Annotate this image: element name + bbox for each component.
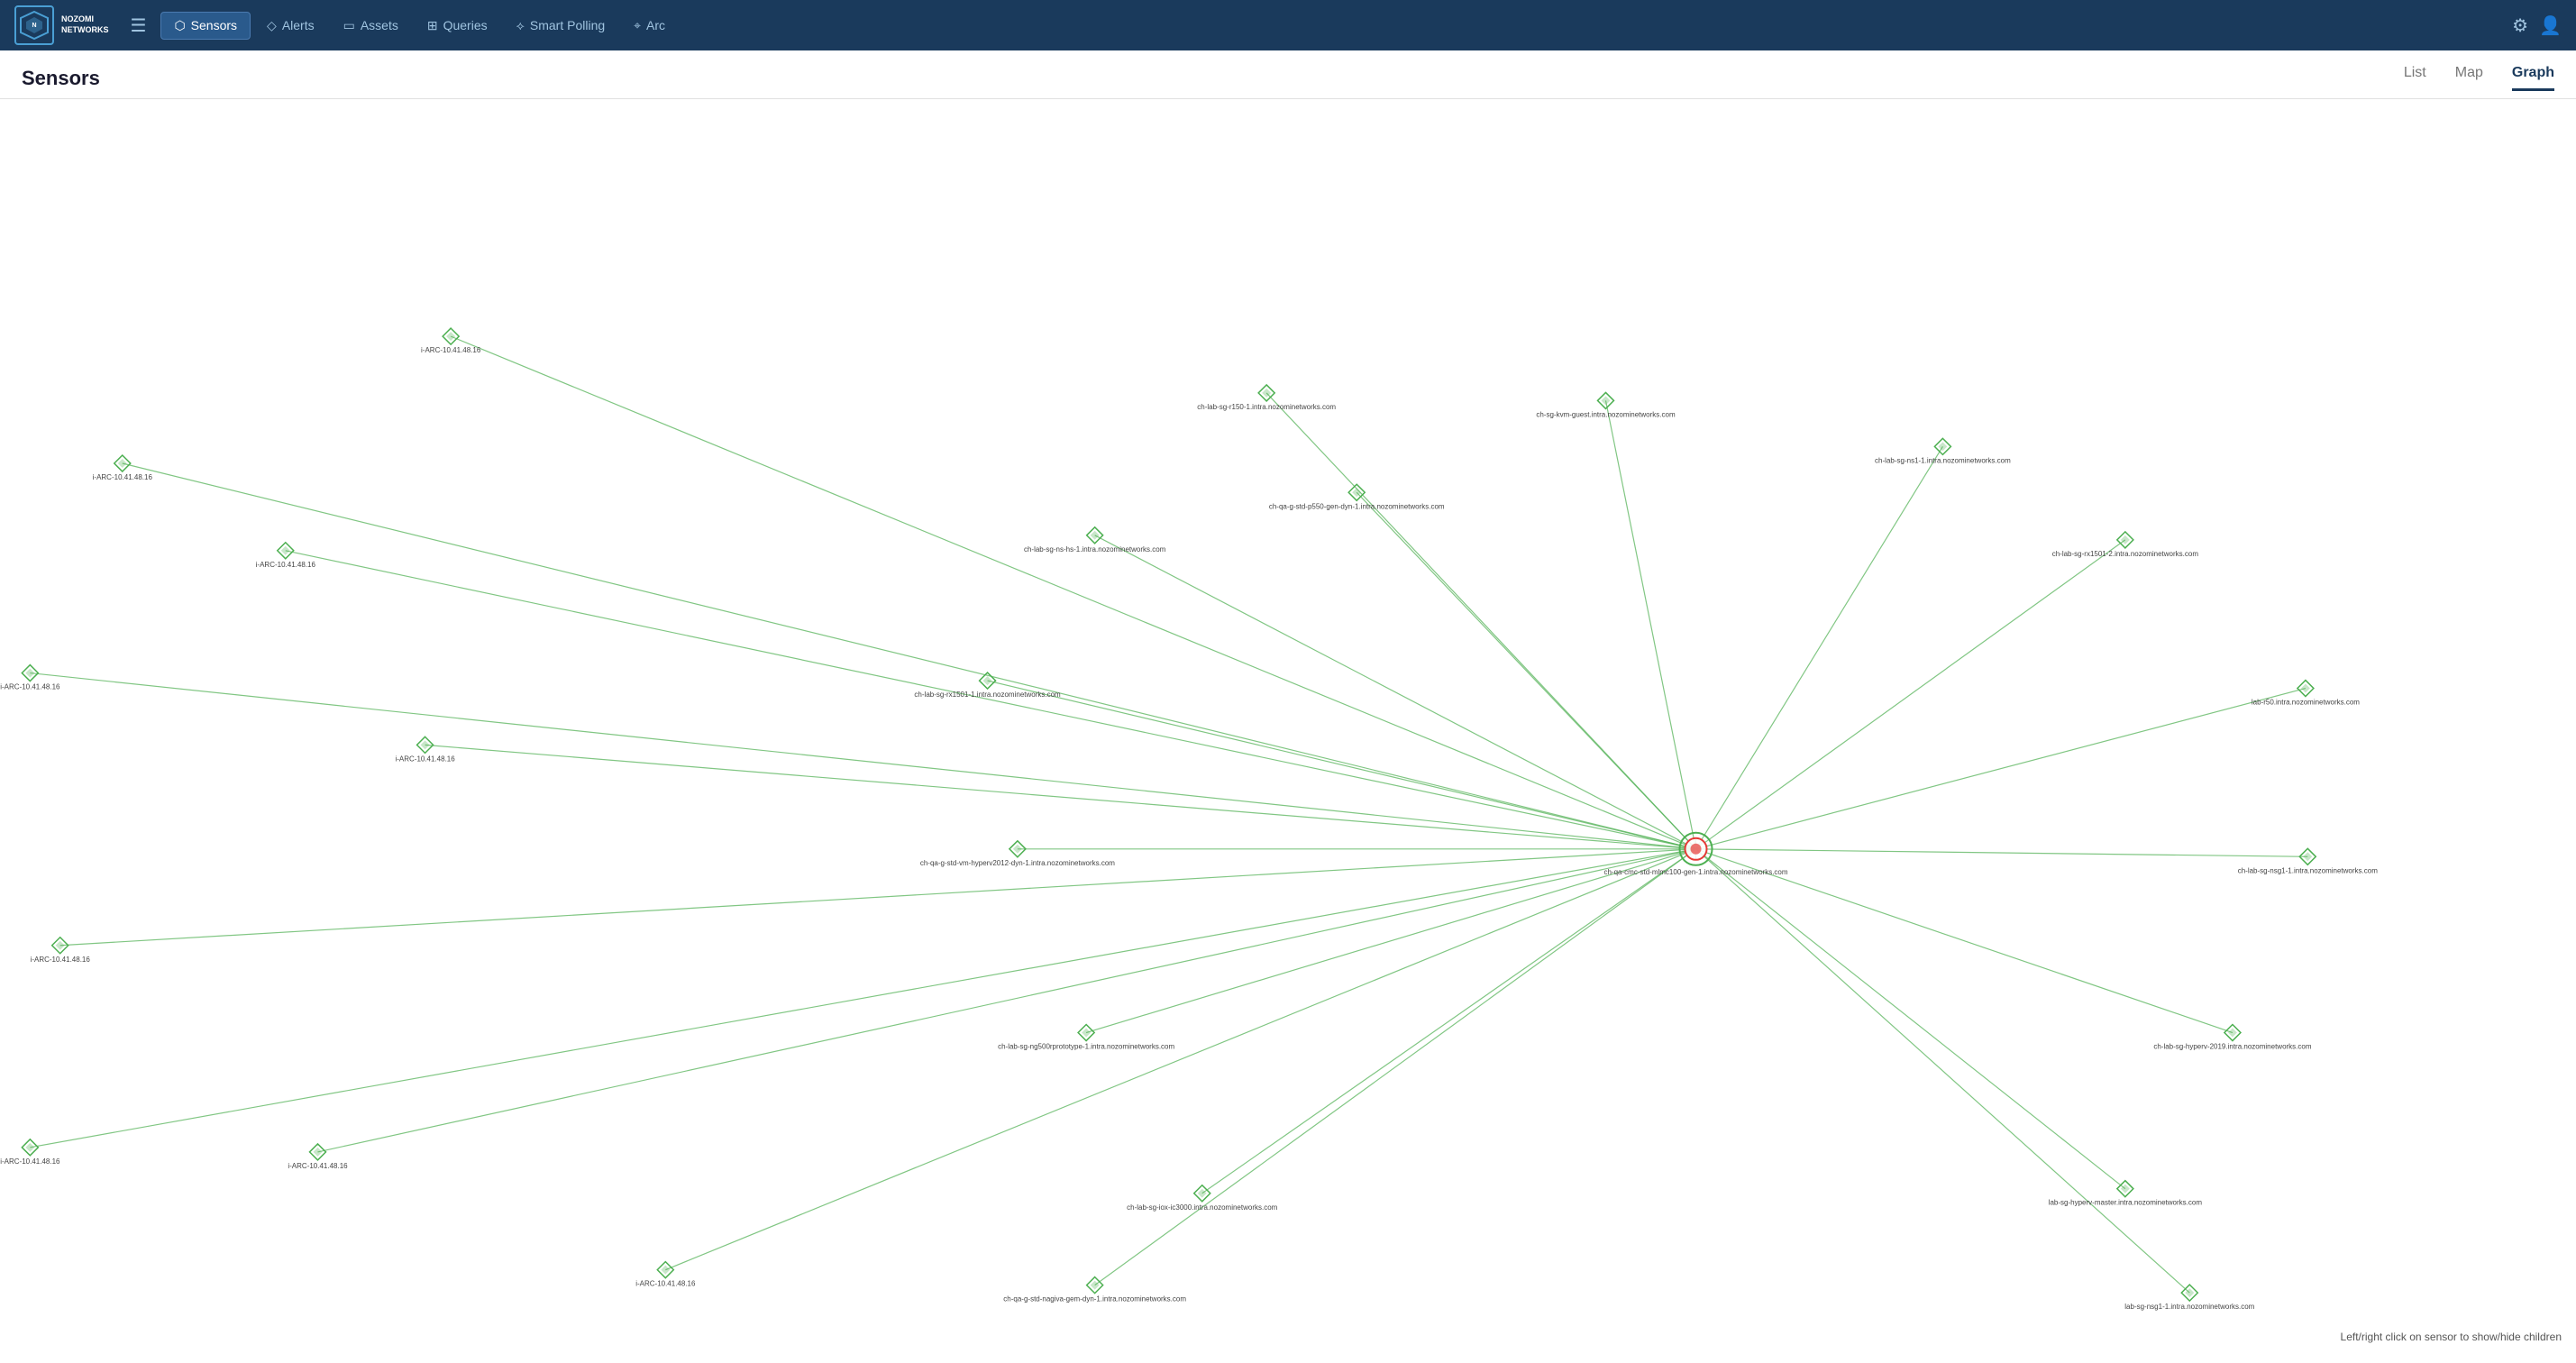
sensor-label: i-ARC-10.41.48.16 bbox=[288, 1162, 348, 1170]
nav-item-assets[interactable]: ▭ Assets bbox=[331, 13, 411, 39]
logo-icon: N bbox=[19, 10, 50, 41]
logo-box: N bbox=[14, 5, 54, 45]
sensors-icon: ⬡ bbox=[174, 18, 185, 33]
sensor-label: i-ARC-10.41.48.16 bbox=[635, 1280, 696, 1288]
sensor-label: ch-lab-sg-rx1501-2.intra.nozominetworks.… bbox=[2052, 550, 2199, 558]
sensor-node[interactable]: ch-lab-sg-rx1501-2.intra.nozominetworks.… bbox=[2052, 532, 2199, 558]
logo: N NOZOMINETWORKS bbox=[14, 5, 109, 45]
sensor-label: ch-lab-sg-ng500rprototype-1.intra.nozomi… bbox=[998, 1043, 1174, 1051]
graph-area: i-ARC-10.41.48.16 i-ARC-10.41.48.16 i-ARC-… bbox=[0, 99, 2576, 1354]
nav-items: ⬡ Sensors ◇ Alerts ▭ Assets ⊞ Queries ⟡ … bbox=[160, 12, 678, 40]
sensor-node[interactable]: ch-qa-g-std-vm-hyperv2012-dyn-1.intra.no… bbox=[920, 841, 1115, 867]
sensor-node[interactable]: i-ARC-10.41.48.16 bbox=[31, 938, 91, 964]
sensor-label: i-ARC-10.41.48.16 bbox=[421, 346, 481, 354]
nav-item-queries[interactable]: ⊞ Queries bbox=[415, 13, 500, 39]
nav-right: ⚙ 👤 bbox=[2512, 14, 2562, 37]
sensor-node[interactable]: i-ARC-10.41.48.16 bbox=[395, 736, 455, 763]
sensor-node[interactable]: ch-lab-sg-ns-hs-1.intra.nozominetworks.c… bbox=[1024, 527, 1166, 553]
sensor-label: i-ARC-10.41.48.16 bbox=[395, 755, 455, 763]
sensor-label: i-ARC-10.41.48.16 bbox=[0, 1157, 60, 1166]
hamburger-button[interactable]: ☰ bbox=[123, 7, 154, 44]
sensor-label: ch-lab-sg-iox-ic3000.intra.nozominetwork… bbox=[1127, 1203, 1278, 1212]
sensor-node[interactable]: ch-qa-g-std-p550-gen-dyn-1.intra.nozomin… bbox=[1269, 484, 1445, 510]
user-button[interactable]: 👤 bbox=[2539, 14, 2562, 37]
tab-list[interactable]: List bbox=[2404, 65, 2426, 91]
page-header: Sensors List Map Graph bbox=[0, 50, 2576, 99]
center-node[interactable]: ch-qa-cmc-std-mlmc100-gen-1.intra.nozomi… bbox=[1603, 833, 1787, 876]
sensor-label: ch-qa-g-std-p550-gen-dyn-1.intra.nozomin… bbox=[1269, 502, 1445, 510]
sensor-label: lab-sg-nsg1-1.intra.nozominetworks.com bbox=[2124, 1303, 2254, 1311]
sensor-label: lab-sg-hyperv-master.intra.nozominetwork… bbox=[2049, 1199, 2203, 1207]
nav-item-alerts[interactable]: ◇ Alerts bbox=[254, 13, 327, 39]
sensor-node[interactable]: ch-lab-sg-ns1-1.intra.nozominetworks.com bbox=[1875, 438, 2011, 464]
sensor-node[interactable]: lab-sg-nsg1-1.intra.nozominetworks.com bbox=[2124, 1285, 2254, 1311]
sensor-node[interactable]: ch-lab-sg-nsg1-1.intra.nozominetworks.co… bbox=[2238, 848, 2379, 874]
sensor-label: ch-qa-g-std-vm-hyperv2012-dyn-1.intra.no… bbox=[920, 859, 1115, 867]
center-node-label: ch-qa-cmc-std-mlmc100-gen-1.intra.nozomi… bbox=[1603, 868, 1787, 876]
sensor-node[interactable]: ch-lab-sg-rx1501-1.intra.nozominetworks.… bbox=[914, 672, 1061, 699]
sensor-label: i-ARC-10.41.48.16 bbox=[31, 956, 91, 964]
sensor-node[interactable]: ch-sg-kvm-guest.intra.nozominetworks.com bbox=[1536, 392, 1676, 418]
sensor-label: i-ARC-10.41.48.16 bbox=[93, 473, 153, 481]
sensor-label: ch-sg-kvm-guest.intra.nozominetworks.com bbox=[1536, 410, 1676, 418]
sensor-label: ch-lab-sg-nsg1-1.intra.nozominetworks.co… bbox=[2238, 866, 2379, 874]
view-tabs: List Map Graph bbox=[2404, 65, 2554, 91]
smart-polling-icon: ⟡ bbox=[516, 18, 525, 33]
nav-item-smart-polling[interactable]: ⟡ Smart Polling bbox=[504, 13, 618, 39]
sensor-node[interactable]: lab-sg-hyperv-master.intra.nozominetwork… bbox=[2049, 1181, 2203, 1207]
sensor-node[interactable]: ch-qa-g-std-nagiva-gem-dyn-1.intra.nozom… bbox=[1003, 1277, 1186, 1304]
nav-item-arc[interactable]: ⌖ Arc bbox=[621, 13, 678, 39]
sensor-label: ch-lab-sg-ns1-1.intra.nozominetworks.com bbox=[1875, 456, 2011, 464]
tab-map[interactable]: Map bbox=[2455, 65, 2483, 91]
sensor-node[interactable]: i-ARC-10.41.48.16 bbox=[421, 328, 481, 354]
sensor-label: i-ARC-10.41.48.16 bbox=[256, 561, 316, 569]
sensor-label: lab-r50.intra.nozominetworks.com bbox=[2252, 699, 2360, 707]
sensor-node[interactable]: ch-lab-sg-r150-1.intra.nozominetworks.co… bbox=[1197, 385, 1336, 411]
sensor-label: ch-qa-g-std-nagiva-gem-dyn-1.intra.nozom… bbox=[1003, 1295, 1186, 1304]
sensor-node[interactable]: ch-lab-sg-iox-ic3000.intra.nozominetwork… bbox=[1127, 1185, 1278, 1212]
sensor-node[interactable]: ch-lab-sg-hyperv-2019.intra.nozominetwor… bbox=[2153, 1025, 2312, 1051]
nav-item-sensors[interactable]: ⬡ Sensors bbox=[160, 12, 251, 40]
sensor-label: ch-lab-sg-ns-hs-1.intra.nozominetworks.c… bbox=[1024, 545, 1166, 553]
alerts-icon: ◇ bbox=[267, 18, 277, 33]
sensor-label: ch-lab-sg-r150-1.intra.nozominetworks.co… bbox=[1197, 403, 1336, 411]
status-hint: Left/right click on sensor to show/hide … bbox=[2341, 1331, 2562, 1343]
sensor-node[interactable]: i-ARC-10.41.48.16 bbox=[0, 665, 60, 691]
navigation: N NOZOMINETWORKS ☰ ⬡ Sensors ◇ Alerts ▭ … bbox=[0, 0, 2576, 50]
assets-icon: ▭ bbox=[343, 18, 355, 33]
sensor-node[interactable]: i-ARC-10.41.48.16 bbox=[635, 1262, 696, 1288]
logo-text: NOZOMINETWORKS bbox=[61, 14, 109, 35]
sensor-node[interactable]: lab-r50.intra.nozominetworks.com bbox=[2252, 681, 2360, 707]
graph-svg: i-ARC-10.41.48.16 i-ARC-10.41.48.16 i-ARC-… bbox=[0, 99, 2576, 1354]
queries-icon: ⊞ bbox=[427, 18, 438, 33]
arc-icon: ⌖ bbox=[634, 18, 641, 33]
settings-button[interactable]: ⚙ bbox=[2512, 14, 2528, 37]
tab-graph[interactable]: Graph bbox=[2512, 65, 2554, 91]
sensor-label: i-ARC-10.41.48.16 bbox=[0, 683, 60, 691]
svg-text:N: N bbox=[32, 23, 36, 29]
sensor-label: ch-lab-sg-hyperv-2019.intra.nozominetwor… bbox=[2153, 1043, 2312, 1051]
sensor-label: ch-lab-sg-rx1501-1.intra.nozominetworks.… bbox=[914, 691, 1061, 699]
page-title: Sensors bbox=[22, 67, 100, 90]
sensor-node[interactable]: ch-lab-sg-ng500rprototype-1.intra.nozomi… bbox=[998, 1025, 1174, 1051]
